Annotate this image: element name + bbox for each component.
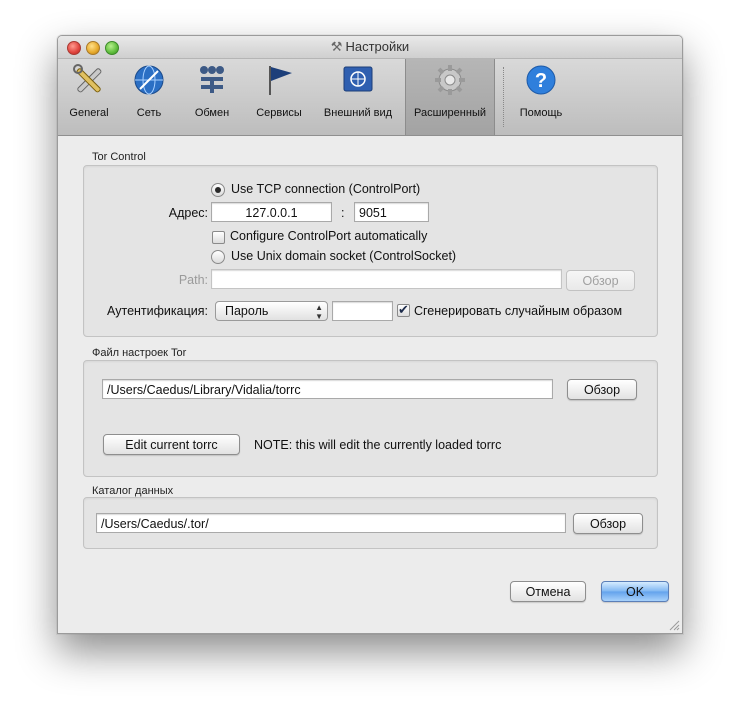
tab-help-label: Помощь bbox=[519, 107, 563, 119]
auto-configure-checkbox[interactable] bbox=[212, 231, 225, 244]
tools-icon: ⚒ bbox=[330, 39, 343, 54]
appearance-flag-icon bbox=[343, 66, 373, 92]
tab-appearance[interactable]: Внешний вид bbox=[316, 59, 400, 135]
edit-torrc-button[interactable]: Edit current torrc bbox=[103, 434, 240, 455]
tor-control-title: Tor Control bbox=[92, 151, 146, 163]
data-directory-browse-button[interactable]: Обзор bbox=[573, 513, 643, 534]
data-directory-field[interactable]: /Users/Caedus/.tor/ bbox=[96, 513, 566, 533]
tab-advanced-label: Расширенный bbox=[414, 107, 486, 119]
address-label: Адрес: bbox=[168, 206, 208, 220]
authentication-method-select[interactable]: Пароль ▲ ▼ bbox=[215, 301, 328, 321]
tab-general[interactable]: General bbox=[60, 59, 118, 135]
path-label: Path: bbox=[178, 273, 208, 287]
svg-text:?: ? bbox=[535, 70, 547, 92]
tcp-connection-radio[interactable] bbox=[211, 183, 225, 197]
tab-appearance-label: Внешний вид bbox=[323, 107, 393, 119]
port-field[interactable]: 9051 bbox=[354, 202, 429, 222]
network-globe-icon bbox=[134, 65, 164, 95]
unix-socket-label: Use Unix domain socket (ControlSocket) bbox=[231, 249, 457, 263]
torrc-path-field[interactable]: /Users/Caedus/Library/Vidalia/torrc bbox=[102, 379, 553, 399]
port-separator: : bbox=[341, 206, 345, 220]
preferences-window: ⚒ Настройки General Сеть Обмен Сервисы В… bbox=[57, 35, 683, 634]
torrc-group bbox=[83, 360, 658, 477]
socket-path-field[interactable] bbox=[211, 269, 562, 289]
help-icon: ? bbox=[526, 65, 556, 95]
tab-general-label: General bbox=[69, 107, 109, 119]
select-arrows-icon: ▲ ▼ bbox=[315, 303, 323, 321]
authentication-label: Аутентификация: bbox=[107, 304, 208, 318]
tab-network[interactable]: Сеть bbox=[124, 59, 174, 135]
password-field[interactable] bbox=[332, 301, 393, 321]
tab-sharing-label: Обмен bbox=[194, 107, 230, 119]
tab-services[interactable]: Сервисы bbox=[248, 59, 310, 135]
resize-grip-icon[interactable] bbox=[669, 620, 680, 631]
services-flag-icon bbox=[269, 66, 292, 95]
window-title: ⚒ Настройки bbox=[58, 39, 682, 55]
tools-icon bbox=[73, 64, 102, 93]
torrc-browse-button[interactable]: Обзор bbox=[567, 379, 637, 400]
tab-advanced[interactable]: Расширенный bbox=[405, 59, 495, 135]
data-directory-title: Каталог данных bbox=[92, 485, 174, 497]
toolbar-separator bbox=[503, 67, 504, 127]
ok-button[interactable]: OK bbox=[601, 581, 669, 602]
window-title-text: Настройки bbox=[345, 39, 410, 54]
tab-sharing[interactable]: Обмен bbox=[183, 59, 241, 135]
title-bar: ⚒ Настройки bbox=[58, 36, 682, 59]
socket-path-browse-button[interactable]: Обзор bbox=[566, 270, 635, 291]
torrc-note: NOTE: this will edit the currently loade… bbox=[254, 438, 502, 452]
auto-configure-label: Configure ControlPort automatically bbox=[230, 229, 428, 243]
random-password-checkbox[interactable]: ✔ bbox=[397, 303, 410, 317]
address-field[interactable]: 127.0.0.1 bbox=[211, 202, 332, 222]
authentication-method-value: Пароль bbox=[225, 304, 269, 318]
tab-services-label: Сервисы bbox=[256, 107, 302, 119]
tcp-connection-label: Use TCP connection (ControlPort) bbox=[231, 182, 421, 196]
sharing-icon bbox=[200, 66, 224, 93]
gear-icon bbox=[435, 65, 465, 95]
cancel-button[interactable]: Отмена bbox=[510, 581, 586, 602]
torrc-title: Файл настроек Tor bbox=[92, 347, 187, 359]
random-password-label: Сгенерировать случайным образом bbox=[414, 304, 623, 318]
tab-help[interactable]: ? Помощь bbox=[510, 59, 572, 135]
unix-socket-radio[interactable] bbox=[211, 250, 225, 264]
tab-network-label: Сеть bbox=[136, 107, 162, 119]
preferences-toolbar: General Сеть Обмен Сервисы Внешний вид Р… bbox=[58, 59, 682, 136]
